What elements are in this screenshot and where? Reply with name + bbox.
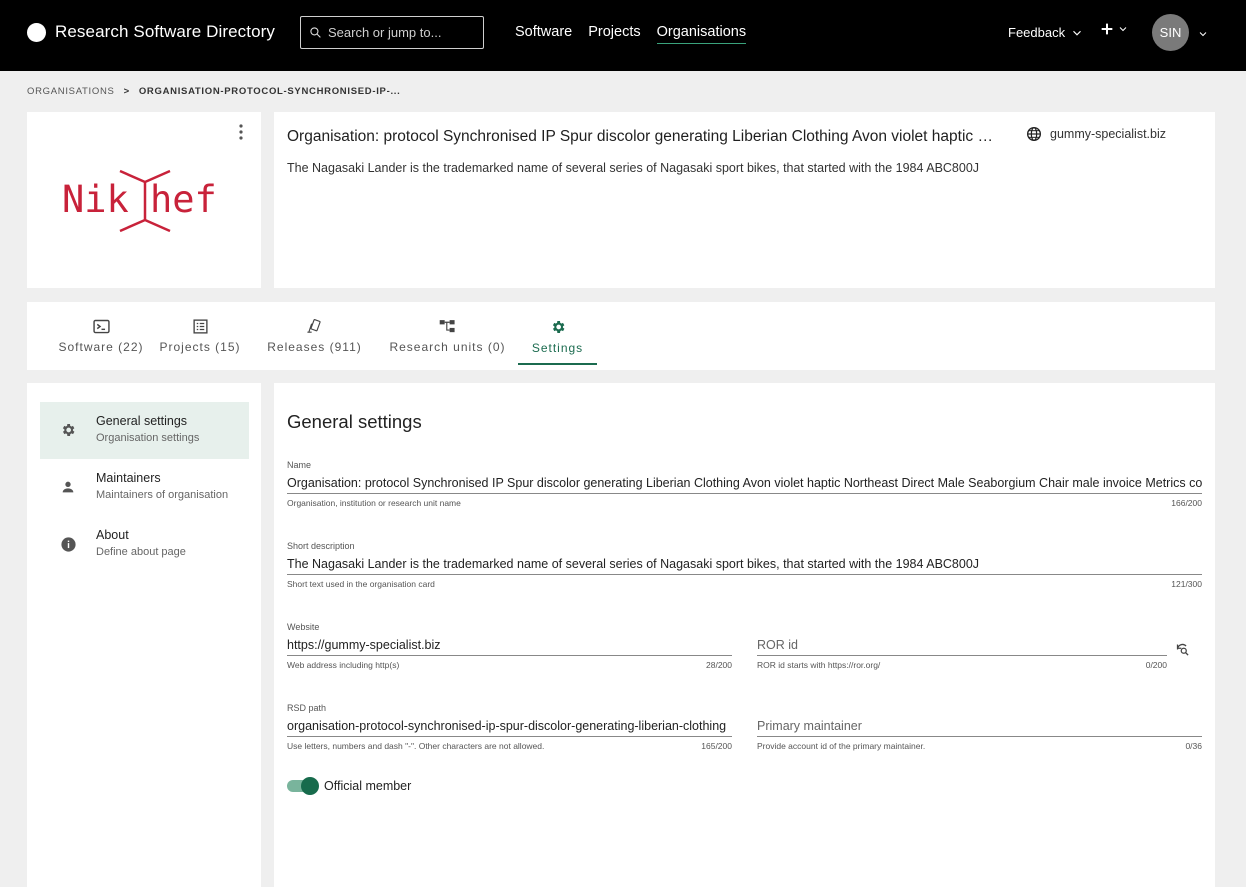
add-menu-button[interactable] xyxy=(1099,21,1129,37)
search-refresh-icon[interactable] xyxy=(1175,642,1190,657)
brand-name: Research Software Directory xyxy=(55,22,275,41)
tab-projects[interactable]: Projects (15) xyxy=(155,302,245,365)
breadcrumb: ORGANISATIONS > ORGANISATION-PROTOCOL-SY… xyxy=(27,86,400,97)
toggle-knob xyxy=(301,777,319,795)
settings-sidebar: General settings Organisation settings M… xyxy=(27,383,261,887)
search-input[interactable] xyxy=(328,25,478,40)
website-field: Website https://gummy-specialist.biz Web… xyxy=(287,622,732,670)
website-text: gummy-specialist.biz xyxy=(1050,127,1167,141)
toggle-track[interactable] xyxy=(287,777,319,795)
general-settings-panel: General settings Name Organisation: prot… xyxy=(274,383,1215,887)
page-title: General settings xyxy=(287,411,422,432)
helper-text: Web address including http(s) xyxy=(287,660,400,670)
char-counter: 0/36 xyxy=(1185,741,1202,751)
ror-id-field: ROR id ROR id starts with https://ror.or… xyxy=(757,634,1167,670)
logo-card: Nik hef xyxy=(27,112,261,288)
website-input[interactable]: https://gummy-specialist.biz xyxy=(287,634,732,656)
rsd-path-input[interactable]: organisation-protocol-synchronised-ip-sp… xyxy=(287,715,732,737)
svg-text:hef: hef xyxy=(150,178,217,221)
field-label: Name xyxy=(287,460,312,470)
breadcrumb-root[interactable]: ORGANISATIONS xyxy=(27,86,115,97)
search-icon xyxy=(310,27,321,38)
organisation-website-link[interactable]: gummy-specialist.biz xyxy=(1026,126,1166,142)
logo-text: Nik xyxy=(62,178,129,221)
tab-label: Projects (15) xyxy=(159,340,241,354)
nav-software[interactable]: Software xyxy=(515,24,572,44)
char-counter: 121/300 xyxy=(1171,579,1202,589)
helper-text: Use letters, numbers and dash "-". Other… xyxy=(287,741,545,751)
sidebar-item-about[interactable]: About Define about page xyxy=(40,516,249,573)
sidebar-item-title: General settings xyxy=(96,414,188,428)
organisation-title: Organisation: protocol Synchronised IP S… xyxy=(287,128,1000,145)
organisation-description: The Nagasaki Lander is the trademarked n… xyxy=(287,161,980,175)
helper-text: ROR id starts with https://ror.org/ xyxy=(757,660,881,670)
helper-text: Short text used in the organisation card xyxy=(287,579,435,589)
tab-label: Software (22) xyxy=(58,340,144,354)
primary-maintainer-field: Primary maintainer Provide account id of… xyxy=(757,715,1202,751)
field-label: Short description xyxy=(287,541,355,551)
search-box[interactable] xyxy=(300,16,484,49)
avatar[interactable]: SIN xyxy=(1152,14,1189,51)
info-icon xyxy=(60,537,76,552)
short-description-field: Short description The Nagasaki Lander is… xyxy=(287,541,1202,589)
brand-logo-icon xyxy=(27,22,46,42)
hierarchy-icon xyxy=(439,320,455,333)
name-input[interactable]: Organisation: protocol Synchronised IP S… xyxy=(287,472,1202,494)
helper-text: Organisation, institution or research un… xyxy=(287,498,461,508)
organisation-logo: Nik hef xyxy=(62,169,217,233)
sidebar-item-title: About xyxy=(96,528,129,542)
nav-organisations[interactable]: Organisations xyxy=(656,24,747,44)
globe-icon xyxy=(1027,127,1041,141)
rsd-path-field: RSD path organisation-protocol-synchroni… xyxy=(287,703,732,751)
toggle-label: Official member xyxy=(324,779,412,793)
breadcrumb-current: ORGANISATION-PROTOCOL-SYNCHRONISED-IP-..… xyxy=(138,86,401,97)
terminal-icon xyxy=(92,319,110,334)
brand-link[interactable]: Research Software Directory xyxy=(27,22,275,42)
field-label: RSD path xyxy=(287,703,327,713)
sidebar-item-maintainers[interactable]: Maintainers Maintainers of organisation xyxy=(40,459,249,516)
main-nav: Software Projects Organisations xyxy=(515,24,762,44)
sidebar-item-title: Maintainers xyxy=(96,471,161,485)
sidebar-item-general-settings[interactable]: General settings Organisation settings xyxy=(40,402,249,459)
char-counter: 0/200 xyxy=(1145,660,1167,670)
tab-label: Settings xyxy=(531,341,584,355)
char-counter: 165/200 xyxy=(701,741,732,751)
nav-projects[interactable]: Projects xyxy=(588,24,640,44)
char-counter: 166/200 xyxy=(1171,498,1202,508)
char-counter: 28/200 xyxy=(706,660,732,670)
tab-label: Research units (0) xyxy=(389,340,506,354)
official-member-toggle[interactable]: Official member xyxy=(287,777,412,795)
field-label: Website xyxy=(287,622,320,632)
tab-research-units[interactable]: Research units (0) xyxy=(385,302,510,365)
primary-maintainer-input[interactable]: Primary maintainer xyxy=(757,715,1202,737)
tab-label: Releases (911) xyxy=(267,340,362,354)
short-description-input[interactable]: The Nagasaki Lander is the trademarked n… xyxy=(287,553,1202,575)
feedback-menu[interactable]: Feedback xyxy=(1008,25,1084,40)
helper-text: Provide account id of the primary mainta… xyxy=(757,741,926,751)
list-icon xyxy=(192,319,208,334)
feedback-label: Feedback xyxy=(1008,25,1066,40)
gear-icon xyxy=(552,321,564,333)
chevron-down-icon[interactable] xyxy=(1197,28,1209,40)
gear-icon xyxy=(62,424,75,436)
chevron-right-icon: > xyxy=(123,86,130,97)
more-vert-icon[interactable] xyxy=(238,124,244,140)
tab-releases[interactable]: Releases (911) xyxy=(264,302,365,365)
tab-settings[interactable]: Settings xyxy=(518,302,597,365)
sidebar-item-subtitle: Define about page xyxy=(96,546,186,558)
tabs-bar: Software (22) Projects (15) Releases (91… xyxy=(27,302,1215,370)
sidebar-item-subtitle: Organisation settings xyxy=(96,432,200,444)
person-icon xyxy=(62,481,74,493)
ror-id-input[interactable]: ROR id xyxy=(757,634,1167,656)
sidebar-item-subtitle: Maintainers of organisation xyxy=(96,489,229,501)
chevron-down-icon xyxy=(1073,30,1082,36)
releases-icon xyxy=(307,319,321,333)
plus-icon xyxy=(1101,23,1113,35)
top-header: Research Software Directory Software Pro… xyxy=(0,0,1246,71)
organisation-info-card: Organisation: protocol Synchronised IP S… xyxy=(274,112,1215,288)
tab-software[interactable]: Software (22) xyxy=(40,302,162,365)
chevron-down-icon xyxy=(1119,27,1127,32)
name-field: Name Organisation: protocol Synchronised… xyxy=(287,460,1202,508)
